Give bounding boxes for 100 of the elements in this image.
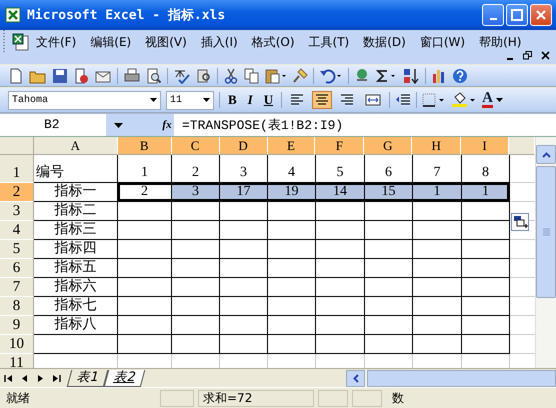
formula-field[interactable]: =TRANSPOSE(表1!B2:I9): [174, 116, 344, 134]
font-size-dropdown[interactable]: 11: [166, 90, 214, 110]
table-cell: [118, 297, 172, 316]
research-icon[interactable]: [196, 68, 212, 84]
close-button[interactable]: [530, 4, 552, 26]
menu-item[interactable]: 插入(I): [200, 34, 238, 50]
close-icon[interactable]: [541, 51, 550, 60]
paste-options-icon[interactable]: [511, 213, 529, 231]
table-cell: [413, 240, 462, 259]
table-cell: [172, 316, 220, 335]
column-header[interactable]: A: [34, 137, 118, 155]
table-cell: [220, 335, 268, 354]
column-header[interactable]: B: [118, 137, 172, 155]
table-cell: [118, 221, 172, 240]
minimize-button[interactable]: [482, 4, 504, 26]
row-header[interactable]: 9: [0, 316, 34, 335]
paste-icon[interactable]: [265, 68, 287, 84]
row-header[interactable]: 7: [0, 278, 34, 297]
table-cell: [316, 278, 365, 297]
table-cell: [316, 221, 365, 240]
sheet-tab[interactable]: 表1: [66, 370, 109, 386]
table-cell: [118, 278, 172, 297]
last-sheet-icon[interactable]: [51, 374, 61, 382]
style-button[interactable]: U: [260, 92, 276, 108]
align-center-icon: [315, 94, 330, 106]
print-icon[interactable]: [123, 68, 141, 84]
table-cell: [220, 316, 268, 335]
print-preview-icon[interactable]: [146, 68, 162, 84]
excel-logo-icon: [5, 7, 21, 23]
borders-icon[interactable]: [422, 93, 446, 107]
undo-icon[interactable]: [319, 68, 343, 84]
fill-color-icon[interactable]: [451, 92, 478, 108]
hyperlink-icon[interactable]: [354, 68, 370, 84]
row-header[interactable]: 4: [0, 221, 34, 240]
permission-icon[interactable]: [73, 68, 89, 84]
sheet-tab[interactable]: 表2: [104, 370, 146, 386]
column-header[interactable]: H: [412, 137, 462, 155]
style-button[interactable]: I: [244, 92, 256, 108]
font-dropdown[interactable]: Tahoma: [8, 90, 161, 110]
row-header[interactable]: 2: [0, 183, 34, 202]
column-header[interactable]: F: [315, 137, 364, 155]
scroll-up-icon: [542, 152, 551, 158]
menu-item[interactable]: 窗口(W): [420, 34, 466, 50]
align-center-button[interactable]: [312, 91, 332, 109]
table-cell: 指标六: [34, 278, 118, 297]
copy-icon[interactable]: [244, 68, 260, 84]
style-button[interactable]: B: [225, 92, 240, 108]
format-painter-icon[interactable]: [292, 68, 308, 84]
column-header[interactable]: E: [268, 137, 316, 155]
sort-icon[interactable]: [402, 68, 420, 84]
menu-item[interactable]: 编辑(E): [90, 34, 132, 50]
previous-sheet-icon[interactable]: [21, 374, 29, 382]
restore-icon[interactable]: [523, 51, 532, 60]
table-cell: 编号: [34, 155, 118, 183]
menu-item[interactable]: 格式(O): [252, 34, 295, 50]
table-cell: 指标五: [34, 259, 118, 278]
row-header[interactable]: 5: [0, 240, 34, 259]
menu-item[interactable]: 数据(D): [363, 34, 406, 50]
table-cell: 指标八: [34, 316, 118, 335]
menu-item[interactable]: 帮助(H): [479, 34, 522, 50]
new-file-icon[interactable]: [8, 68, 24, 84]
spelling-icon[interactable]: [173, 68, 191, 84]
grip-icon[interactable]: [3, 29, 6, 55]
table-cell: [365, 221, 413, 240]
font-color-button[interactable]: A: [482, 92, 503, 108]
row-header[interactable]: 3: [0, 202, 34, 221]
row-header[interactable]: 8: [0, 297, 34, 316]
column-header[interactable]: G: [364, 137, 412, 155]
column-header[interactable]: C: [172, 137, 220, 155]
table-cell: [462, 221, 510, 240]
column-header[interactable]: I: [461, 137, 510, 155]
first-sheet-icon[interactable]: [4, 374, 14, 382]
table-cell: [413, 259, 462, 278]
row-header[interactable]: 11: [0, 354, 34, 368]
maximize-button[interactable]: [506, 4, 528, 26]
table-cell: [118, 335, 172, 354]
next-sheet-icon[interactable]: [36, 374, 44, 382]
menu-item[interactable]: 工具(T): [308, 34, 350, 50]
save-icon[interactable]: [52, 68, 68, 84]
menu-item[interactable]: 视图(V): [145, 34, 187, 50]
row-header[interactable]: 6: [0, 259, 34, 278]
column-header[interactable]: D: [220, 137, 268, 155]
indent-icon[interactable]: [395, 94, 412, 106]
vertical-scrollbar[interactable]: [535, 137, 556, 368]
table-cell: [172, 240, 220, 259]
table-cell: [118, 202, 172, 221]
insert-function-button[interactable]: fx: [160, 114, 174, 136]
table-cell: 19: [268, 183, 316, 202]
menu-item[interactable]: 文件(F): [36, 34, 76, 50]
sum-icon[interactable]: [375, 68, 397, 84]
table-cell: [172, 278, 220, 297]
table-cell: 指标三: [34, 221, 118, 240]
row-header[interactable]: 10: [0, 335, 34, 354]
table-cell: [268, 278, 316, 297]
horizontal-scrollbar[interactable]: [346, 370, 556, 386]
help-icon[interactable]: [452, 68, 468, 84]
table-cell: [365, 278, 413, 297]
cut-icon[interactable]: [223, 68, 239, 84]
chart-icon[interactable]: [431, 68, 447, 84]
row-header[interactable]: 1: [0, 155, 34, 183]
